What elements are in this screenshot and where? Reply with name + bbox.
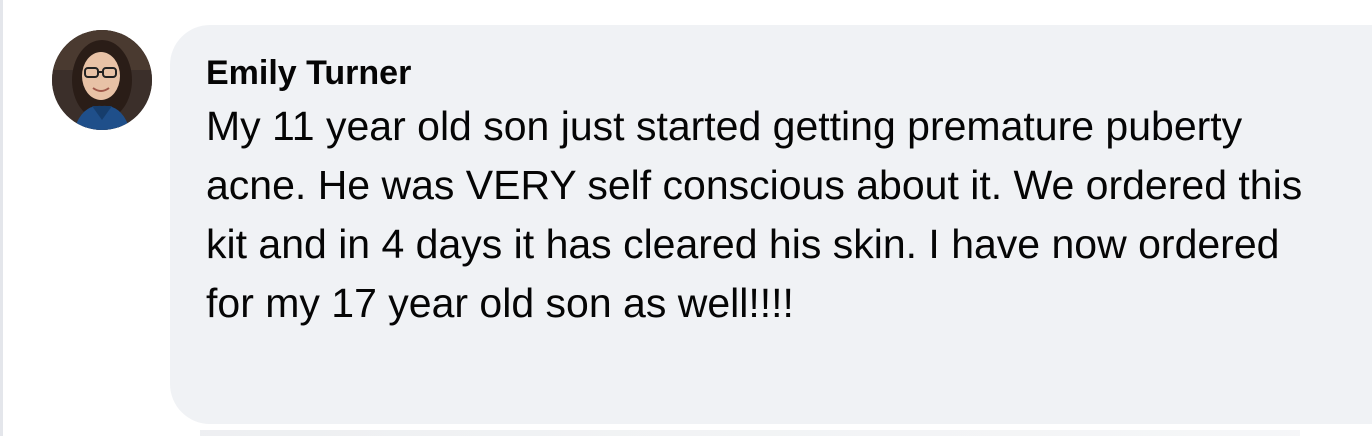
thread-line	[0, 0, 3, 436]
comment-thread: Emily Turner My 11 year old son just sta…	[0, 0, 1372, 436]
user-photo-icon	[52, 30, 152, 130]
comment-author-name[interactable]: Emily Turner	[206, 53, 411, 93]
avatar[interactable]	[52, 30, 152, 130]
comment-text: My 11 year old son just started getting …	[206, 103, 1303, 326]
cropped-content-edge	[200, 430, 1300, 436]
comment-bubble: Emily Turner My 11 year old son just sta…	[170, 25, 1372, 424]
